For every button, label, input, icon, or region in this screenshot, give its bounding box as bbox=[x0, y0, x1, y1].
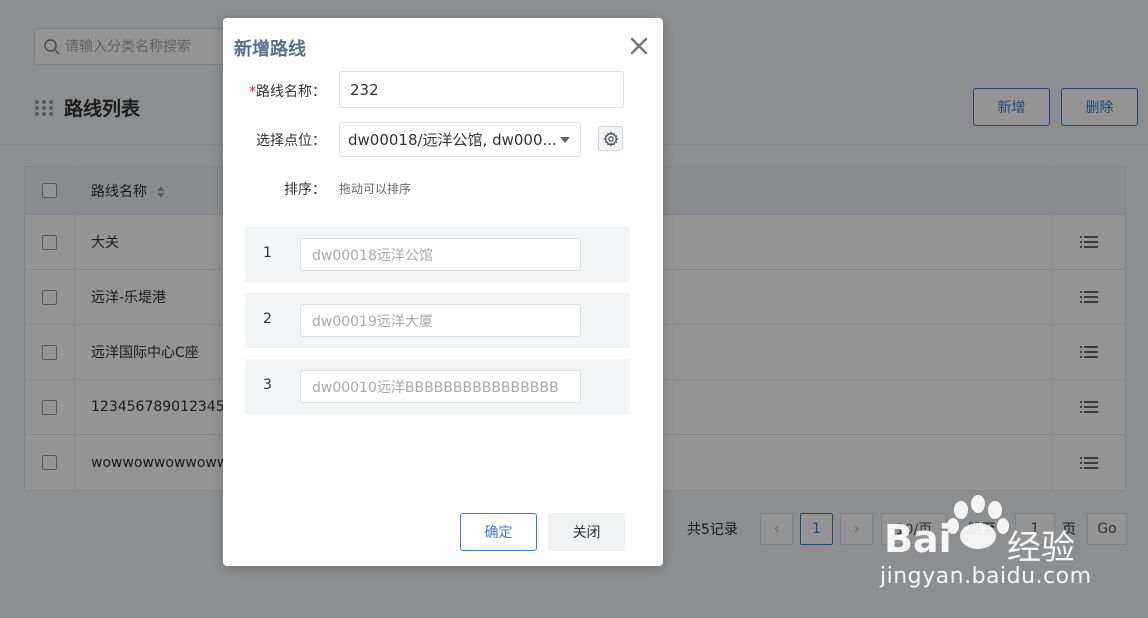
dialog-title: 新增路线 bbox=[234, 39, 306, 60]
route-name-label-text: 路线名称： bbox=[256, 84, 326, 100]
sort-hint: 拖动可以排序 bbox=[339, 182, 412, 196]
sort-point-field: dw00019远洋大厦 bbox=[300, 304, 581, 337]
add-route-dialog: 新增路线 *路线名称： 选择点位： dw00018/远洋公馆, dw000...… bbox=[223, 18, 663, 566]
sort-point-field: dw00018远洋公馆 bbox=[300, 238, 581, 271]
close-button[interactable]: 关闭 bbox=[548, 513, 625, 551]
gear-icon bbox=[602, 130, 619, 147]
point-select[interactable]: dw00018/远洋公馆, dw000... bbox=[339, 122, 581, 157]
sortable-point-item[interactable]: 1 dw00018远洋公馆 bbox=[245, 227, 630, 282]
caret-down-icon bbox=[560, 136, 570, 143]
sort-index: 2 bbox=[263, 311, 272, 327]
sort-label: 排序： bbox=[284, 182, 326, 198]
sort-point-field: dw00010远洋BBBBBBBBBBBBBBBB bbox=[300, 370, 581, 403]
route-name-input[interactable] bbox=[339, 71, 624, 108]
confirm-button[interactable]: 确定 bbox=[460, 513, 537, 551]
required-mark: * bbox=[249, 84, 256, 100]
close-icon[interactable] bbox=[627, 34, 651, 58]
point-select-label: 选择点位： bbox=[256, 133, 326, 149]
sortable-point-item[interactable]: 3 dw00010远洋BBBBBBBBBBBBBBBB bbox=[245, 359, 630, 414]
sortable-point-item[interactable]: 2 dw00019远洋大厦 bbox=[245, 293, 630, 348]
point-select-value: dw00018/远洋公馆, dw000... bbox=[348, 131, 557, 149]
watermark-brand-cn: 经验 bbox=[1007, 528, 1075, 568]
watermark-url: jingyan.baidu.com bbox=[880, 564, 1092, 589]
point-settings-button[interactable] bbox=[598, 126, 623, 151]
sort-index: 3 bbox=[263, 377, 272, 393]
sort-index: 1 bbox=[263, 245, 272, 261]
route-name-label: *路线名称： bbox=[226, 81, 326, 101]
watermark-brand: Bai bbox=[884, 517, 952, 561]
